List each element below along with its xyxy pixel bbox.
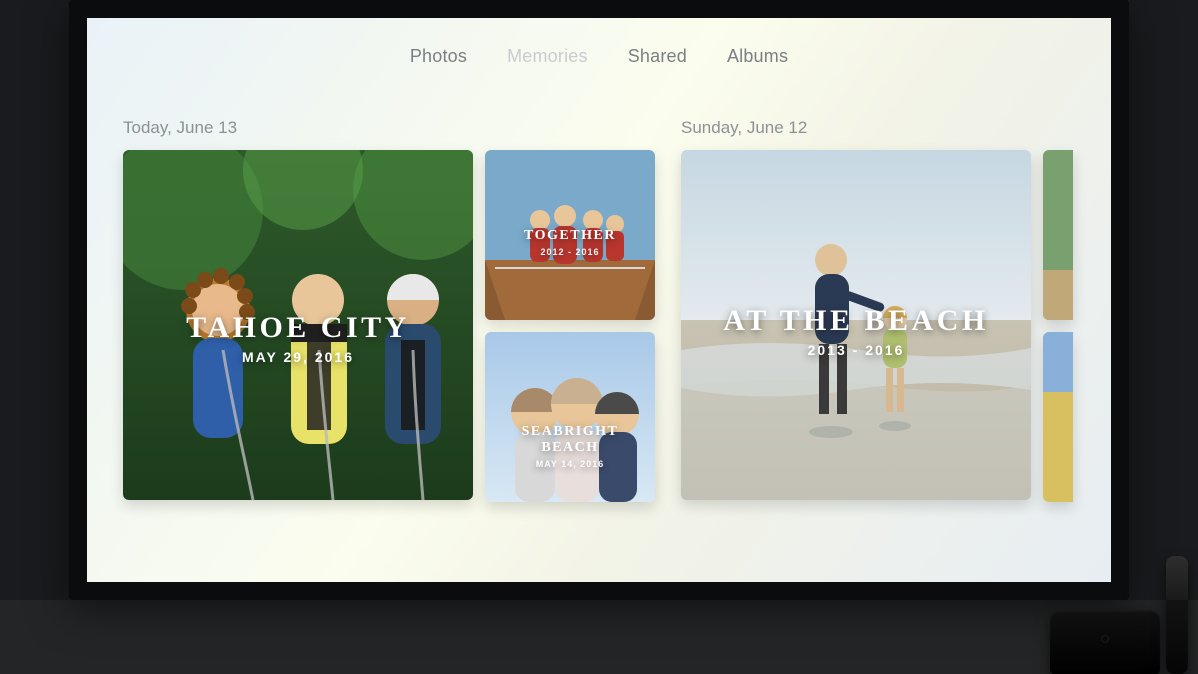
memory-card-at-the-beach[interactable]: AT THE BEACH 2013 - 2016 [681, 150, 1031, 500]
memory-card-text: AT THE BEACH 2013 - 2016 [681, 304, 1031, 358]
memory-card-title: SEABRIGHT BEACH [495, 424, 645, 456]
memory-card-peek-top[interactable] [1043, 150, 1073, 320]
top-tabs: Photos Memories Shared Albums [87, 46, 1111, 67]
memory-card-subtitle: MAY 29, 2016 [242, 349, 354, 365]
tab-photos[interactable]: Photos [410, 46, 467, 67]
section-today: Today, June 13 [123, 118, 655, 558]
tab-albums[interactable]: Albums [727, 46, 788, 67]
memory-card-title: TOGETHER [524, 228, 616, 244]
tv-frame: Photos Memories Shared Albums Today, Jun… [69, 0, 1129, 600]
memory-card-text: TOGETHER 2012 - 2016 [485, 228, 655, 257]
section-row: AT THE BEACH 2013 - 2016 [681, 150, 1073, 502]
apple-tv-device-icon [1050, 610, 1160, 674]
memory-card-seabright-beach[interactable]: SEABRIGHT BEACH MAY 14, 2016 [485, 332, 655, 502]
section-row: TAHOE CITY MAY 29, 2016 [123, 150, 655, 502]
memory-photo [485, 332, 655, 502]
memory-card-text: TAHOE CITY MAY 29, 2016 [123, 311, 473, 365]
memories-content: Today, June 13 [123, 118, 1111, 558]
memory-card-together[interactable]: TOGETHER 2012 - 2016 [485, 150, 655, 320]
memory-card-tahoe-city[interactable]: TAHOE CITY MAY 29, 2016 [123, 150, 473, 500]
small-card-column: TOGETHER 2012 - 2016 [485, 150, 655, 502]
memory-card-title: TAHOE CITY [186, 311, 410, 345]
memory-card-title: AT THE BEACH [723, 304, 988, 338]
apple-tv-remote-icon [1166, 556, 1188, 674]
stage-background: Photos Memories Shared Albums Today, Jun… [0, 0, 1198, 674]
memory-card-peek-bottom[interactable] [1043, 332, 1073, 502]
peek-column [1043, 150, 1073, 502]
memory-card-subtitle: 2012 - 2016 [540, 247, 599, 257]
section-label: Today, June 13 [123, 118, 655, 138]
memory-card-text: SEABRIGHT BEACH MAY 14, 2016 [485, 424, 655, 469]
memory-card-subtitle: 2013 - 2016 [808, 342, 905, 358]
tab-memories[interactable]: Memories [507, 46, 588, 67]
tv-screen: Photos Memories Shared Albums Today, Jun… [87, 18, 1111, 582]
section-sunday: Sunday, June 12 [681, 118, 1073, 558]
tab-shared[interactable]: Shared [628, 46, 687, 67]
memory-card-subtitle: MAY 14, 2016 [536, 459, 605, 469]
section-label: Sunday, June 12 [681, 118, 1073, 138]
